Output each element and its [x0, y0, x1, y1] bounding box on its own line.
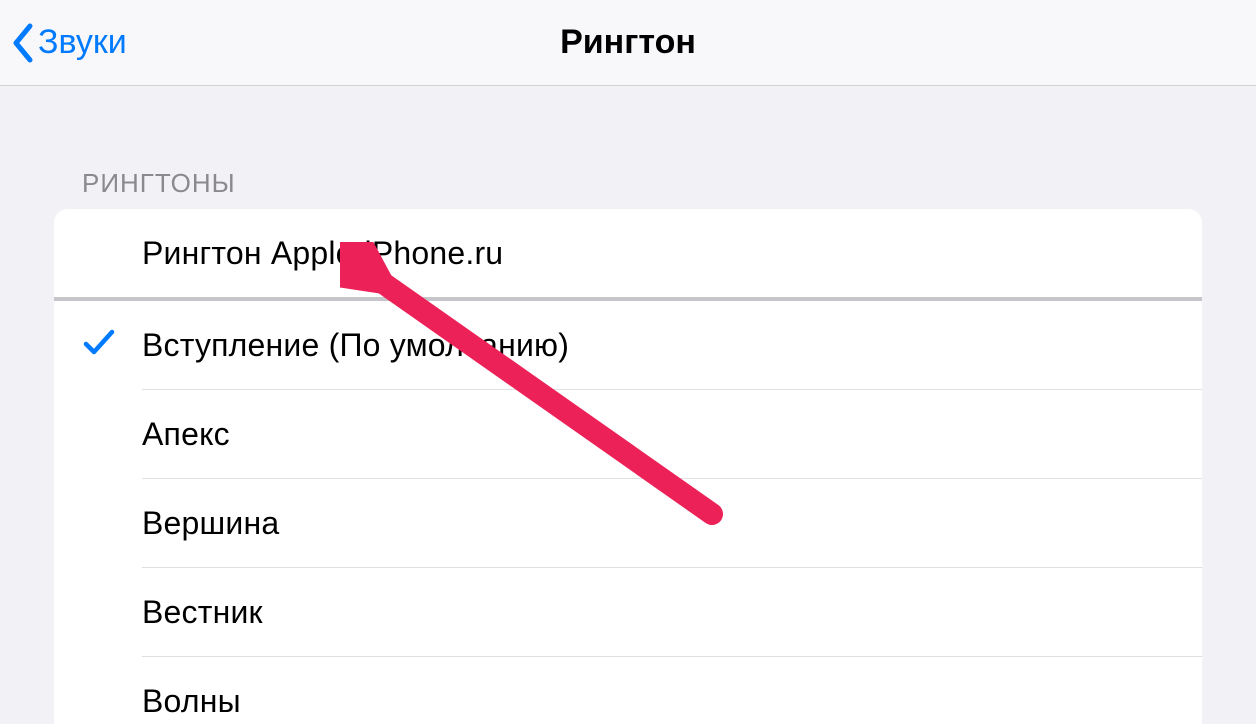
- ringtone-row[interactable]: Волны: [54, 657, 1202, 724]
- ringtone-label: Вершина: [142, 505, 279, 542]
- ringtone-label: Апекс: [142, 416, 230, 453]
- back-label: Звуки: [38, 23, 127, 62]
- ringtone-row[interactable]: Вершина: [54, 479, 1202, 567]
- content: РИНГТОНЫ Рингтон Apple-iPhone.ru Вступле…: [0, 86, 1256, 724]
- section-header: РИНГТОНЫ: [54, 86, 1202, 209]
- ringtone-label: Вступление (По умолчанию): [142, 327, 569, 364]
- back-button[interactable]: Звуки: [10, 22, 127, 64]
- ringtone-label: Вестник: [142, 594, 263, 631]
- check-slot: [82, 326, 142, 365]
- page-title: Рингтон: [560, 23, 696, 62]
- ringtone-label: Волны: [142, 683, 241, 720]
- checkmark-icon: [82, 326, 116, 365]
- navigation-bar: Звуки Рингтон: [0, 0, 1256, 86]
- chevron-left-icon: [10, 22, 34, 64]
- ringtone-row[interactable]: Апекс: [54, 390, 1202, 478]
- ringtone-row[interactable]: Вестник: [54, 568, 1202, 656]
- ringtone-label: Рингтон Apple-iPhone.ru: [142, 235, 503, 272]
- ringtone-row-default[interactable]: Вступление (По умолчанию): [54, 301, 1202, 389]
- ringtone-list: Рингтон Apple-iPhone.ru Вступление (По у…: [54, 209, 1202, 724]
- ringtone-row-custom[interactable]: Рингтон Apple-iPhone.ru: [54, 209, 1202, 297]
